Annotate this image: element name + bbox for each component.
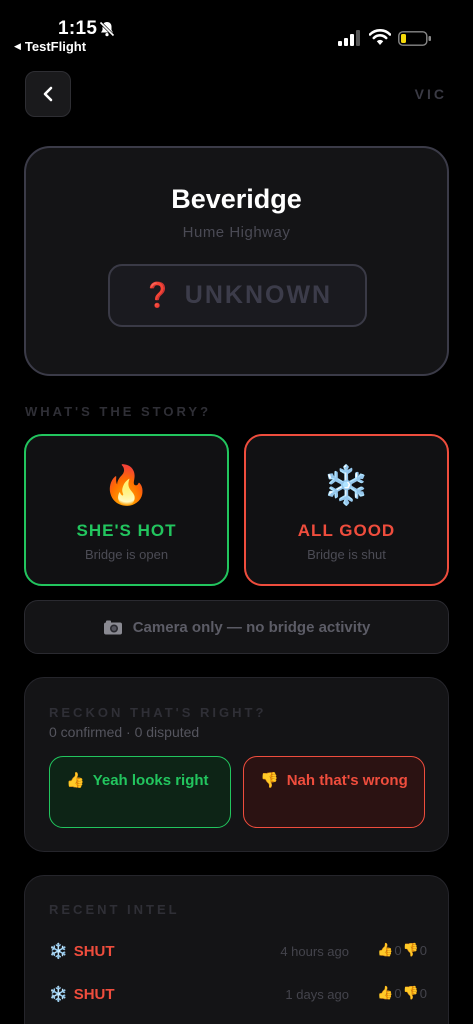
intel-status: SHUT: [73, 942, 115, 960]
story-section-label: WHAT'S THE STORY?: [25, 404, 212, 419]
battery-low-icon: [398, 31, 431, 46]
snowflake-icon: ❄️: [49, 943, 68, 960]
cellular-signal-icon: [338, 30, 360, 46]
upvote-count: 0: [394, 942, 402, 958]
confirm-yes-button[interactable]: 👍 Yeah looks right: [49, 756, 231, 828]
report-shut-button[interactable]: ❄️ ALL GOOD Bridge is shut: [244, 434, 449, 586]
back-button[interactable]: [25, 71, 71, 117]
report-open-button[interactable]: 🔥 SHE'S HOT Bridge is open: [24, 434, 229, 586]
back-to-app-link[interactable]: ◀ TestFlight: [14, 39, 86, 54]
thumbs-up-icon: 👍: [66, 772, 85, 789]
list-item: ❄️ SHUT 4 hours ago 👍 0 👎 0: [49, 942, 427, 966]
question-mark-icon: ❓: [142, 282, 173, 309]
intel-time-ago: 4 hours ago: [280, 944, 349, 959]
bridge-status-pill: ❓ UNKNOWN: [108, 264, 367, 327]
report-shut-title: ALL GOOD: [297, 521, 396, 540]
bridge-road: Hume Highway: [182, 224, 291, 241]
region-label: VIC: [414, 86, 447, 102]
wifi-icon: [369, 29, 391, 45]
confirm-counts: 0 confirmed · 0 disputed: [49, 724, 200, 740]
downvote-count: 0: [419, 985, 427, 1001]
confirm-no-button[interactable]: 👎 Nah that's wrong: [243, 756, 425, 828]
thumbs-down-icon: 👎: [260, 772, 279, 789]
confirm-card: RECKON THAT'S RIGHT? 0 confirmed · 0 dis…: [24, 677, 449, 852]
fire-icon: 🔥: [102, 465, 151, 507]
thumbs-up-icon[interactable]: 👍: [377, 942, 393, 958]
intel-time-ago: 1 days ago: [285, 987, 349, 1002]
bridge-name: Beveridge: [171, 184, 302, 214]
report-open-title: SHE'S HOT: [76, 521, 177, 540]
intel-status: SHUT: [73, 985, 115, 1003]
confirm-no-label: Nah that's wrong: [286, 772, 408, 789]
recent-section-label: RECENT INTEL: [49, 902, 180, 917]
report-shut-subtitle: Bridge is shut: [307, 547, 386, 562]
confirm-section-label: RECKON THAT'S RIGHT?: [49, 705, 267, 720]
camera-only-label: Camera only — no bridge activity: [132, 618, 371, 636]
back-app-label: TestFlight: [24, 39, 87, 54]
bridge-card: Beveridge Hume Highway ❓ UNKNOWN: [24, 146, 449, 376]
camera-only-button[interactable]: Camera only — no bridge activity: [24, 600, 449, 654]
recent-intel-card: RECENT INTEL ❄️ SHUT 4 hours ago 👍 0 👎 0 ❄…: [24, 875, 449, 1024]
report-open-subtitle: Bridge is open: [84, 547, 169, 562]
bridge-status-text: UNKNOWN: [184, 281, 333, 309]
status-time: 1:15: [58, 18, 98, 39]
confirm-yes-label: Yeah looks right: [92, 772, 209, 789]
status-bar: 1:15 ◀ TestFlight: [0, 0, 473, 60]
intel-votes: 👍 0 👎 0: [377, 985, 427, 1001]
chevron-left-icon: [43, 86, 53, 102]
downvote-count: 0: [419, 942, 427, 958]
list-item: ❄️ SHUT 1 days ago 👍 0 👎 0: [49, 985, 427, 1009]
back-triangle-icon: ◀: [14, 41, 21, 51]
thumbs-up-icon[interactable]: 👍: [377, 985, 393, 1001]
thumbs-down-icon[interactable]: 👎: [403, 942, 419, 958]
camera-icon: [103, 620, 122, 635]
intel-votes: 👍 0 👎 0: [377, 942, 427, 958]
snowflake-icon: ❄️: [49, 986, 68, 1003]
snowflake-icon: ❄️: [322, 465, 371, 507]
upvote-count: 0: [394, 985, 402, 1001]
bell-muted-icon: [98, 20, 116, 38]
thumbs-down-icon[interactable]: 👎: [403, 985, 419, 1001]
